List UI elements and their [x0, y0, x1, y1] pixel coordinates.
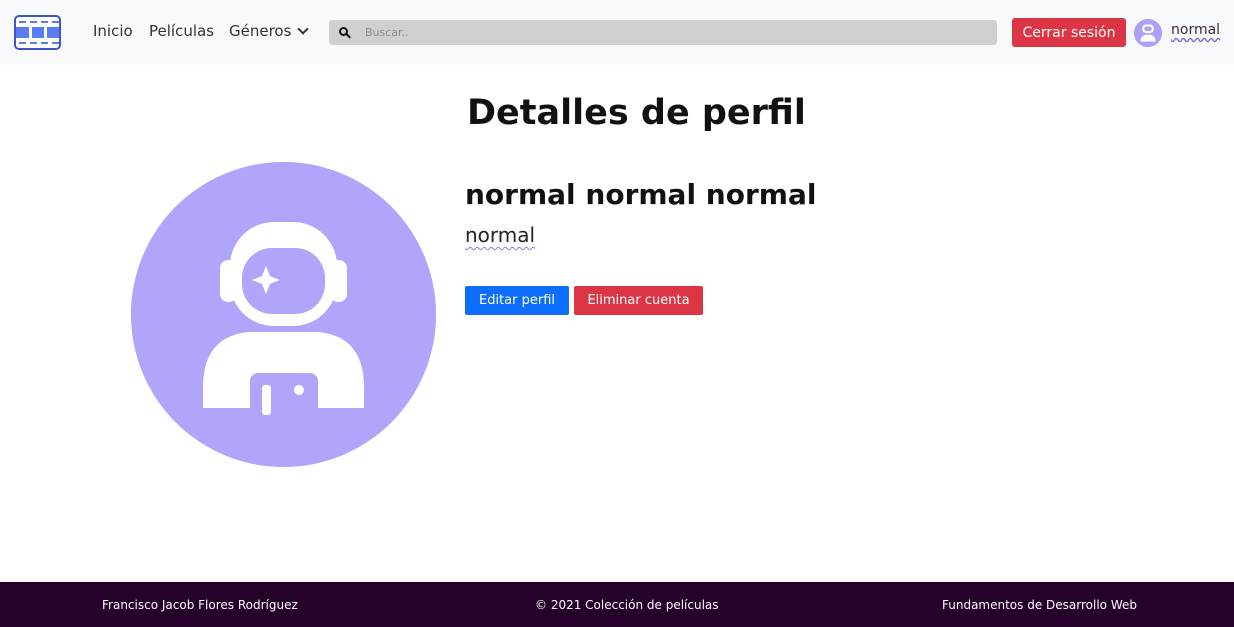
film-band: [16, 27, 59, 38]
chevron-down-icon: [297, 23, 310, 35]
film-perforation: [19, 42, 26, 44]
footer: Francisco Jacob Flores Rodríguez © 2021 …: [0, 582, 1234, 627]
delete-account-button[interactable]: Eliminar cuenta: [574, 286, 703, 315]
footer-copyright: © 2021 Colección de películas: [535, 598, 719, 612]
film-perforation: [52, 21, 59, 23]
film-perforation: [30, 42, 37, 44]
logout-button[interactable]: Cerrar sesión: [1012, 18, 1126, 47]
nav-username-link[interactable]: normal: [1171, 22, 1220, 38]
footer-author: Francisco Jacob Flores Rodríguez: [102, 598, 298, 612]
search-input[interactable]: [365, 26, 965, 39]
film-perforation: [52, 42, 59, 44]
film-perforation: [30, 21, 37, 23]
search-bar[interactable]: [329, 20, 997, 45]
footer-course: Fundamentos de Desarrollo Web: [942, 598, 1137, 612]
profile-username: normal: [465, 223, 536, 247]
search-icon: [339, 26, 351, 39]
film-perforation: [19, 21, 26, 23]
film-frame-gap: [29, 27, 32, 38]
astronaut-avatar-icon[interactable]: [1134, 19, 1162, 47]
film-logo-icon[interactable]: [14, 15, 61, 50]
edit-profile-button[interactable]: Editar perfil: [465, 286, 569, 315]
nav-dropdown-generos[interactable]: Géneros: [229, 22, 310, 40]
film-frame-gap: [44, 27, 47, 38]
nav-link-inicio[interactable]: Inicio: [93, 22, 133, 40]
nav-dropdown-generos-label: Géneros: [229, 22, 292, 40]
film-perforation: [41, 42, 48, 44]
film-perforation: [41, 21, 48, 23]
profile-full-name: normal normal normal: [465, 178, 817, 211]
navbar: Inicio Películas Géneros Cerrar sesión n…: [0, 0, 1234, 65]
nav-link-peliculas[interactable]: Películas: [149, 22, 214, 40]
page-title: Detalles de perfil: [467, 93, 806, 133]
astronaut-avatar-icon: [131, 162, 436, 467]
